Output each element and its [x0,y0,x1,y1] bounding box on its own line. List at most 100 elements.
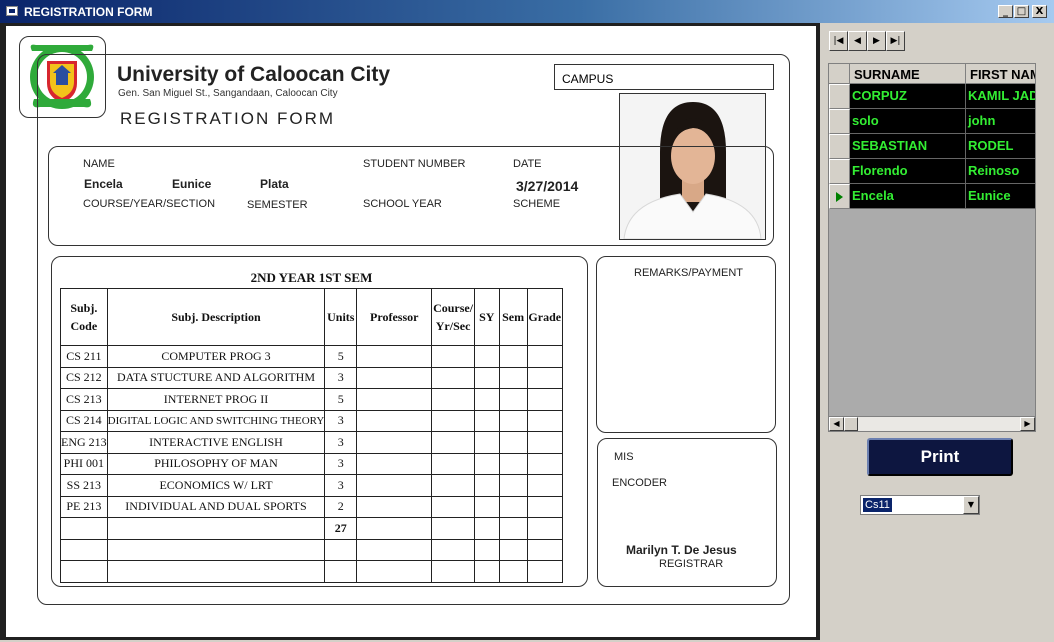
col-header-sem: Sem [498,288,528,346]
grid-row[interactable]: solo john [829,109,1035,134]
schedule-row: CS 213 INTERNET PROG II 5 [60,388,563,411]
date-value: 3/27/2014 [516,178,579,194]
empty-cell [431,517,475,540]
subject-units: 3 [324,409,358,432]
empty-row [60,560,563,583]
empty-cell [473,388,500,411]
empty-cell [526,409,563,432]
school-year-label: SCHOOL YEAR [363,198,442,210]
empty-cell [526,345,563,368]
empty-cell [526,388,563,411]
empty-cell [498,538,528,561]
student-grid[interactable]: SURNAME FIRST NAM CORPUZ KAMIL JAD solo joh… [828,63,1036,432]
subject-units: 2 [324,495,358,518]
maximize-button[interactable]: □ [1014,5,1029,18]
empty-cell [498,517,528,540]
grid-cell-first-name[interactable]: Reinoso [966,159,1035,184]
close-button[interactable]: X [1032,5,1047,18]
empty-cell [473,495,500,518]
subject-code: CS 212 [60,366,108,389]
schedule-table: 2ND YEAR 1ST SEM Subj. Code Subj. Descri… [60,268,563,583]
first-record-icon[interactable]: |◀ [829,31,848,51]
next-record-icon[interactable]: ▶ [867,31,886,51]
minimize-button[interactable]: _ [998,5,1013,18]
col-header-grade: Grade [526,288,563,346]
subject-code: CS 211 [60,345,108,368]
empty-cell [498,495,528,518]
schedule-row: PHI 001 PHILOSOPHY OF MAN 3 [60,452,563,475]
empty-cell [431,345,475,368]
row-selector[interactable] [829,84,850,109]
date-label: DATE [513,158,542,170]
row-selector[interactable] [829,109,850,134]
encoder-label: ENCODER [612,477,668,489]
current-row-icon [836,192,843,202]
row-selector[interactable] [829,159,850,184]
grid-header-first-name[interactable]: FIRST NAM [966,64,1035,84]
last-record-icon[interactable]: ▶| [886,31,905,51]
subject-code: SS 213 [60,474,108,497]
empty-cell [473,560,500,583]
empty-cell [473,474,500,497]
schedule-row: ENG 213 INTERACTIVE ENGLISH 3 [60,431,563,454]
row-selector[interactable] [829,134,850,159]
grid-cell-surname[interactable]: solo [850,109,966,134]
grid-row[interactable]: CORPUZ KAMIL JAD [829,84,1035,109]
schedule-row: PE 213 INDIVIDUAL AND DUAL SPORTS 2 [60,495,563,518]
subject-description: DIGITAL LOGIC AND SWITCHING THEORY [106,409,326,432]
grid-cell-first-name[interactable]: Eunice [966,184,1035,209]
empty-cell [356,388,433,411]
empty-cell [473,366,500,389]
grid-cell-surname[interactable]: Florendo [850,159,966,184]
empty-cell [431,560,475,583]
empty-cell [60,538,108,561]
empty-cell [473,409,500,432]
section-combo[interactable]: Cs11 ▼ [860,495,980,515]
mis-label: MIS [614,451,634,463]
prev-record-icon[interactable]: ◀ [848,31,867,51]
empty-cell [498,345,528,368]
grid-cell-first-name[interactable]: RODEL [966,134,1035,159]
grid-row[interactable]: SEBASTIAN RODEL [829,134,1035,159]
empty-cell [431,388,475,411]
empty-cell [498,409,528,432]
total-row: 27 [60,517,563,540]
grid-cell-first-name[interactable]: john [966,109,1035,134]
subject-description: DATA STUCTURE AND ALGORITHM [106,366,326,389]
empty-cell [526,517,563,540]
schedule-row: CS 212 DATA STUCTURE AND ALGORITHM 3 [60,366,563,389]
empty-cell [431,452,475,475]
empty-cell [60,560,108,583]
grid-cell-surname[interactable]: CORPUZ [850,84,966,109]
grid-row[interactable]: Encela Eunice [829,184,1035,209]
remarks-label: REMARKS/PAYMENT [634,267,743,279]
schedule-row: CS 211 COMPUTER PROG 35 [60,345,563,368]
empty-cell [356,452,433,475]
empty-cell [431,538,475,561]
grid-row[interactable]: Florendo Reinoso [829,159,1035,184]
grid-horizontal-scrollbar[interactable]: ◀ ▶ [829,416,1035,431]
col-header-course: Course/ Yr/Sec [431,288,475,346]
empty-cell [526,560,563,583]
empty-cell [356,560,433,583]
subject-description: INTERNET PROG II [106,388,326,411]
chevron-down-icon[interactable]: ▼ [963,496,979,514]
row-selector[interactable] [829,184,850,209]
col-header-code: Subj. Code [60,288,108,346]
grid-cell-first-name[interactable]: KAMIL JAD [966,84,1035,109]
scroll-right-icon[interactable]: ▶ [1020,417,1035,431]
scroll-thumb[interactable] [844,417,858,431]
print-button[interactable]: Print [867,438,1013,476]
empty-cell [356,431,433,454]
registrar-name: Marilyn T. De Jesus [626,543,737,557]
grid-cell-surname[interactable]: Encela [850,184,966,209]
subject-units: 3 [324,431,358,454]
empty-cell [498,452,528,475]
empty-cell [526,538,563,561]
subject-units: 3 [324,474,358,497]
scroll-left-icon[interactable]: ◀ [829,417,844,431]
subject-code: ENG 213 [60,431,108,454]
grid-header-surname[interactable]: SURNAME [850,64,966,84]
empty-cell [356,474,433,497]
grid-cell-surname[interactable]: SEBASTIAN [850,134,966,159]
